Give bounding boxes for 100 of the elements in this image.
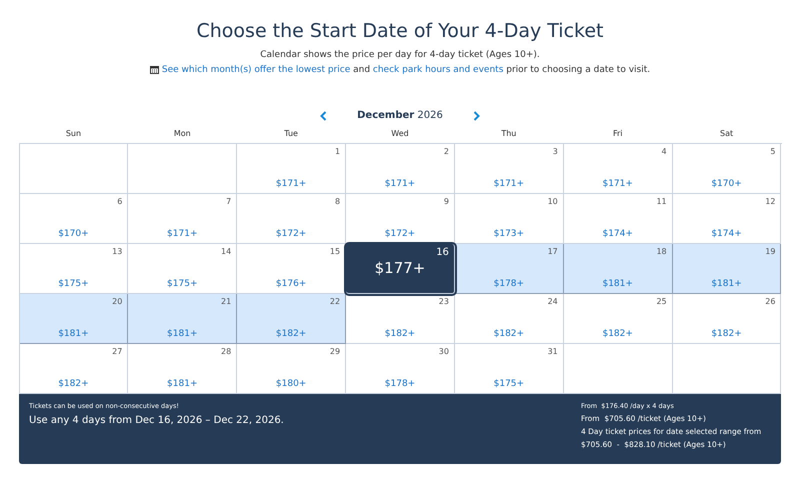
day-number: 22 xyxy=(330,297,340,306)
day-number: 27 xyxy=(112,347,122,356)
day-price: $178+ xyxy=(384,379,416,389)
day-number: 9 xyxy=(444,197,449,206)
calendar-day[interactable]: 28 $181+ xyxy=(128,344,238,394)
day-price: $181+ xyxy=(711,279,742,289)
day-number: 29 xyxy=(330,347,340,356)
day-number: 19 xyxy=(765,247,776,256)
day-number: 15 xyxy=(330,247,340,256)
day-number: 24 xyxy=(548,297,558,306)
weekday-header: Fri xyxy=(612,129,624,140)
day-price: $182+ xyxy=(711,329,742,339)
day-price: $175+ xyxy=(494,379,524,389)
calendar-day[interactable]: 24 $182+ xyxy=(454,294,564,344)
calendar-day[interactable]: 16 $177+ xyxy=(346,244,455,294)
day-number: 7 xyxy=(226,197,232,206)
calendar-day[interactable]: 15 $176+ xyxy=(237,244,346,294)
info-link[interactable]: See which month(s) offer the lowest price xyxy=(162,65,350,75)
day-price: $172+ xyxy=(276,229,306,239)
day-price: $178+ xyxy=(494,279,524,289)
calendar-day[interactable]: 22 $182+ xyxy=(237,294,346,344)
day-price: $174+ xyxy=(711,229,742,239)
day-price: $182+ xyxy=(58,379,89,389)
day-number: 23 xyxy=(438,297,449,306)
calendar-day[interactable]: 25 $182+ xyxy=(564,294,673,344)
day-price: $180+ xyxy=(276,379,306,389)
day-number: 10 xyxy=(548,197,558,206)
year-label: 2026 xyxy=(417,110,443,121)
day-number: 28 xyxy=(221,347,232,356)
calendar-day[interactable]: 18 $181+ xyxy=(564,244,673,294)
calendar-day[interactable]: 30 $178+ xyxy=(346,344,455,394)
calendar-day[interactable]: 21 $181+ xyxy=(128,294,238,344)
day-number: 12 xyxy=(765,197,776,206)
day-price: $172+ xyxy=(384,229,416,239)
day-number: 2 xyxy=(444,147,449,156)
day-number: 1 xyxy=(334,147,340,156)
weekday-header: Thu xyxy=(500,129,518,140)
day-price: $171+ xyxy=(384,179,416,189)
day-number: 4 xyxy=(662,147,667,156)
calendar-day[interactable]: 9 $172+ xyxy=(346,194,455,244)
calendar-day[interactable]: 12 $174+ xyxy=(672,194,782,244)
day-price: $175+ xyxy=(167,279,198,289)
day-number: 8 xyxy=(334,197,340,206)
day-number: 21 xyxy=(221,297,232,306)
next-month-button[interactable] xyxy=(472,110,480,120)
day-price: $182+ xyxy=(384,329,416,339)
calendar-icon xyxy=(150,66,159,74)
calendar-day[interactable]: 5 $170+ xyxy=(672,144,782,194)
day-number: 5 xyxy=(770,147,776,156)
calendar-day[interactable]: 11 $174+ xyxy=(564,194,673,244)
day-price: $182+ xyxy=(602,329,633,339)
calendar-day[interactable]: 14 $175+ xyxy=(128,244,238,294)
day-price: $181+ xyxy=(167,329,198,339)
info-link[interactable]: check park hours and events xyxy=(372,65,504,75)
day-number: 13 xyxy=(112,247,122,256)
calendar-day[interactable]: 1 $171+ xyxy=(237,144,346,194)
day-price: $170+ xyxy=(58,229,89,239)
day-price: $181+ xyxy=(58,329,89,339)
day-price: $171+ xyxy=(167,229,198,239)
weekday-header: Wed xyxy=(390,129,410,140)
info-text: and xyxy=(352,65,372,75)
calendar-day[interactable]: 31 $175+ xyxy=(454,344,564,394)
calendar-day[interactable]: 19 $181+ xyxy=(672,244,782,294)
day-number: 3 xyxy=(552,147,558,156)
calendar-day[interactable]: 26 $182+ xyxy=(672,294,782,344)
day-number: 20 xyxy=(112,297,122,306)
day-number: 31 xyxy=(548,347,558,356)
date-range-text: Use any 4 days from Dec 16, 2026 – Dec 22, 2026. xyxy=(29,415,284,426)
day-number: 25 xyxy=(656,297,667,306)
day-price: $177+ xyxy=(374,259,426,277)
calendar-day[interactable]: 27 $182+ xyxy=(20,344,128,394)
calendar-day[interactable]: 10 $173+ xyxy=(454,194,564,244)
calendar-day[interactable]: 8 $172+ xyxy=(237,194,346,244)
day-price: $171+ xyxy=(276,179,306,189)
weekday-header: Sat xyxy=(719,129,734,140)
day-number: 18 xyxy=(656,247,667,256)
calendar-day[interactable]: 23 $182+ xyxy=(346,294,455,344)
page-title: Choose the Start Date of Your 4-Day Ticket xyxy=(196,20,604,42)
calendar-day[interactable]: 29 $180+ xyxy=(237,344,346,394)
day-price: $181+ xyxy=(167,379,198,389)
calendar-day[interactable]: 13 $175+ xyxy=(20,244,128,294)
day-price: $174+ xyxy=(602,229,633,239)
day-price: $171+ xyxy=(602,179,633,189)
day-number: 30 xyxy=(438,347,449,356)
calendar-day[interactable]: 6 $170+ xyxy=(20,194,128,244)
calendar-day[interactable]: 17 $178+ xyxy=(454,244,564,294)
calendar-day[interactable]: 7 $171+ xyxy=(128,194,238,244)
calendar-day[interactable]: 20 $181+ xyxy=(20,294,128,344)
calendar-day[interactable]: 2 $171+ xyxy=(346,144,455,194)
month-label: December xyxy=(357,110,414,121)
weekday-header: Mon xyxy=(172,129,192,140)
day-price: $182+ xyxy=(494,329,524,339)
calendar-day[interactable]: 3 $171+ xyxy=(454,144,564,194)
day-number: 26 xyxy=(765,297,776,306)
day-price: $182+ xyxy=(276,329,306,339)
previous-month-button[interactable] xyxy=(320,110,328,120)
calendar-day[interactable]: 4 $171+ xyxy=(564,144,673,194)
subtitle: Calendar shows the price per day for 4-day ticket (Ages 10+). xyxy=(260,50,540,60)
day-number: 17 xyxy=(548,247,558,256)
weekday-header: Tue xyxy=(283,129,299,140)
